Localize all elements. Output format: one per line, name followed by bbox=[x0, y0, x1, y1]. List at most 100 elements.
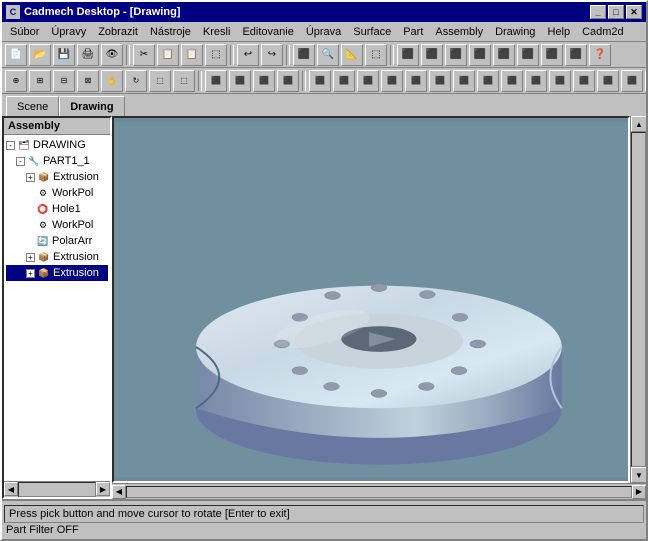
menu-uprava[interactable]: Úprava bbox=[300, 24, 347, 40]
draw8-button[interactable]: ⬛ bbox=[477, 70, 499, 92]
tool8-button[interactable]: ⬛ bbox=[565, 44, 587, 66]
tool5-button[interactable]: ⬛ bbox=[493, 44, 515, 66]
tree-item-polarArr[interactable]: 🔄 PolarArr bbox=[6, 233, 108, 249]
zoom-prev-button[interactable]: ⊟ bbox=[53, 70, 75, 92]
menu-subor[interactable]: Súbor bbox=[4, 24, 45, 40]
hscroll-track[interactable] bbox=[126, 486, 632, 498]
rotate-button[interactable]: ↻ bbox=[125, 70, 147, 92]
expand-extrusion2[interactable]: + bbox=[26, 253, 35, 262]
tool7-button[interactable]: ⬛ bbox=[541, 44, 563, 66]
expand-part1[interactable]: - bbox=[16, 157, 25, 166]
open-button[interactable]: 📂 bbox=[29, 44, 51, 66]
minimize-button[interactable]: _ bbox=[590, 5, 606, 19]
tree-item-part1[interactable]: - 🔧 PART1_1 bbox=[6, 153, 108, 169]
tree-item-extrusion1[interactable]: + 📦 Extrusion bbox=[6, 169, 108, 185]
menu-help[interactable]: Help bbox=[541, 24, 576, 40]
draw9-button[interactable]: ⬛ bbox=[501, 70, 523, 92]
draw2-button[interactable]: ⬛ bbox=[333, 70, 355, 92]
view2-button[interactable]: ⬚ bbox=[173, 70, 195, 92]
cut-button[interactable]: ✂ bbox=[133, 44, 155, 66]
new-button[interactable]: 📄 bbox=[5, 44, 27, 66]
help-button[interactable]: ❓ bbox=[589, 44, 611, 66]
draw1-button[interactable]: ⬛ bbox=[309, 70, 331, 92]
scroll-track[interactable] bbox=[18, 482, 96, 497]
draw5-button[interactable]: ⬛ bbox=[405, 70, 427, 92]
zoom-box-button[interactable]: ⊠ bbox=[77, 70, 99, 92]
redo-button[interactable]: ↪ bbox=[261, 44, 283, 66]
h-scrollbar: ◀ ▶ bbox=[4, 481, 110, 497]
save-button[interactable]: 💾 bbox=[53, 44, 75, 66]
render2-button[interactable]: ⬛ bbox=[229, 70, 251, 92]
tree-item-hole1[interactable]: ⭕ Hole1 bbox=[6, 201, 108, 217]
tree-item-workpol1[interactable]: ⚙ WorkPol bbox=[6, 185, 108, 201]
draw10-button[interactable]: ⬛ bbox=[525, 70, 547, 92]
select-button[interactable]: ⬚ bbox=[205, 44, 227, 66]
zoom-in-button[interactable]: 🔍 bbox=[317, 44, 339, 66]
paste-button[interactable]: 📋 bbox=[181, 44, 203, 66]
menu-part[interactable]: Part bbox=[397, 24, 429, 40]
zoom-fit-button[interactable]: ⊕ bbox=[5, 70, 27, 92]
main-window: C Cadmech Desktop - [Drawing] _ □ ✕ Súbo… bbox=[0, 0, 648, 541]
draw14-button[interactable]: ⬛ bbox=[621, 70, 643, 92]
tool3-button[interactable]: ⬛ bbox=[445, 44, 467, 66]
undo-button[interactable]: ↩ bbox=[237, 44, 259, 66]
draw15-button[interactable]: ⬛ bbox=[645, 70, 646, 92]
menu-uprawy[interactable]: Úpravy bbox=[45, 24, 92, 40]
viewport-3d[interactable] bbox=[112, 116, 630, 483]
polarArr-icon: 🔄 bbox=[36, 234, 50, 248]
maximize-button[interactable]: □ bbox=[608, 5, 624, 19]
draw11-button[interactable]: ⬛ bbox=[549, 70, 571, 92]
expand-extrusion1[interactable]: + bbox=[26, 173, 35, 182]
tab-drawing[interactable]: Drawing bbox=[59, 96, 124, 116]
measure-button[interactable]: 📐 bbox=[341, 44, 363, 66]
tree-item-extrusion3[interactable]: + 📦 Extrusion bbox=[6, 265, 108, 281]
scroll-down-button[interactable]: ▼ bbox=[631, 467, 646, 483]
zoom-all-button[interactable]: ⊞ bbox=[29, 70, 51, 92]
hscroll-left-button[interactable]: ◀ bbox=[112, 485, 126, 499]
tree-area[interactable]: - 🗂 DRAWING - 🔧 PART1_1 + 📦 Extrusion bbox=[4, 135, 110, 481]
tool2-button[interactable]: ⬛ bbox=[421, 44, 443, 66]
tree-item-workpol2[interactable]: ⚙ WorkPol bbox=[6, 217, 108, 233]
draw6-button[interactable]: ⬛ bbox=[429, 70, 451, 92]
tab-scene[interactable]: Scene bbox=[6, 96, 59, 116]
menu-nastroje[interactable]: Nástroje bbox=[144, 24, 197, 40]
tree-item-drawing[interactable]: - 🗂 DRAWING bbox=[6, 137, 108, 153]
tool1-button[interactable]: ⬛ bbox=[397, 44, 419, 66]
view3d-button[interactable]: ⬚ bbox=[365, 44, 387, 66]
hscroll-right-button[interactable]: ▶ bbox=[632, 485, 646, 499]
draw13-button[interactable]: ⬛ bbox=[597, 70, 619, 92]
v-scroll-track[interactable] bbox=[631, 132, 646, 467]
expand-drawing[interactable]: - bbox=[6, 141, 15, 150]
left-panel: Assembly - 🗂 DRAWING - 🔧 PART1_1 + bbox=[2, 116, 112, 499]
menu-surface[interactable]: Surface bbox=[347, 24, 397, 40]
draw4-button[interactable]: ⬛ bbox=[381, 70, 403, 92]
menu-kresli[interactable]: Kresli bbox=[197, 24, 237, 40]
menu-cadm2d[interactable]: Cadm2d bbox=[576, 24, 630, 40]
toolbar-1: 📄 📂 💾 🖨 👁 ✂ 📋 📋 ⬚ ↩ ↪ ⬛ 🔍 📐 ⬚ ⬛ ⬛ ⬛ ⬛ ⬛ … bbox=[2, 42, 646, 68]
close-button[interactable]: ✕ bbox=[626, 5, 642, 19]
tool6-button[interactable]: ⬛ bbox=[517, 44, 539, 66]
tree-item-extrusion2[interactable]: + 📦 Extrusion bbox=[6, 249, 108, 265]
scroll-right-button[interactable]: ▶ bbox=[96, 482, 110, 496]
draw3-button[interactable]: ⬛ bbox=[357, 70, 379, 92]
preview-button[interactable]: 👁 bbox=[101, 44, 123, 66]
menu-assembly[interactable]: Assembly bbox=[429, 24, 489, 40]
menu-editovanie[interactable]: Editovanie bbox=[236, 24, 299, 40]
pan-button[interactable]: ✋ bbox=[101, 70, 123, 92]
draw12-button[interactable]: ⬛ bbox=[573, 70, 595, 92]
tool4-button[interactable]: ⬛ bbox=[469, 44, 491, 66]
view1-button[interactable]: ⬚ bbox=[149, 70, 171, 92]
zoom-window-button[interactable]: ⬛ bbox=[293, 44, 315, 66]
render3-button[interactable]: ⬛ bbox=[253, 70, 275, 92]
scroll-up-button[interactable]: ▲ bbox=[631, 116, 646, 132]
print-button[interactable]: 🖨 bbox=[77, 44, 99, 66]
copy-button[interactable]: 📋 bbox=[157, 44, 179, 66]
draw7-button[interactable]: ⬛ bbox=[453, 70, 475, 92]
render4-button[interactable]: ⬛ bbox=[277, 70, 299, 92]
render1-button[interactable]: ⬛ bbox=[205, 70, 227, 92]
scroll-left-button[interactable]: ◀ bbox=[4, 482, 18, 496]
expand-extrusion3[interactable]: + bbox=[26, 269, 35, 278]
window-title: Cadmech Desktop - [Drawing] bbox=[24, 6, 590, 18]
menu-drawing[interactable]: Drawing bbox=[489, 24, 541, 40]
menu-zobrazit[interactable]: Zobrazit bbox=[92, 24, 144, 40]
